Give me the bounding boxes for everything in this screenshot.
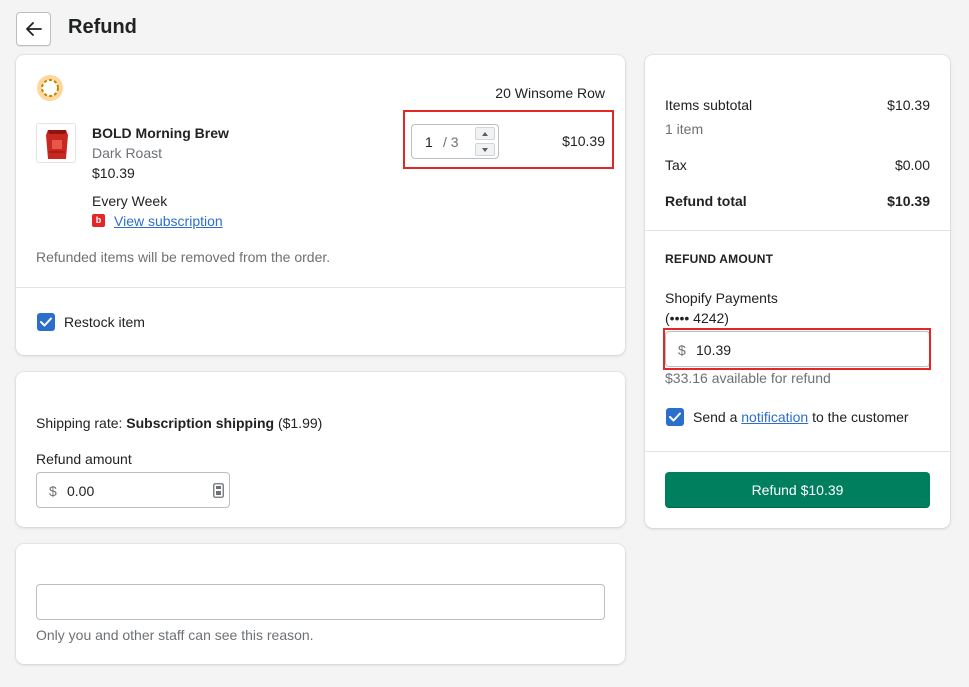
notify-checkbox[interactable]	[666, 408, 684, 426]
check-icon	[40, 317, 52, 327]
refund-note: Refunded items will be removed from the …	[36, 249, 331, 265]
notification-link[interactable]: notification	[741, 409, 808, 425]
subscription-frequency: Every Week	[92, 193, 168, 209]
shipping-refund-value[interactable]: 0.00	[67, 483, 94, 499]
highlight-box-refund-amount	[663, 328, 931, 370]
total-label: Refund total	[665, 193, 747, 209]
subscription-app-icon: b	[92, 214, 105, 227]
shipping-refund-input[interactable]: $ 0.00	[36, 472, 230, 508]
shipping-rate-name: Subscription shipping	[126, 415, 275, 431]
location-name: 20 Winsome Row	[495, 85, 605, 101]
back-button[interactable]	[16, 12, 51, 46]
item-count: 1 item	[665, 121, 704, 137]
shipping-refund-label: Refund amount	[36, 451, 132, 467]
product-variant: Dark Roast	[92, 145, 163, 161]
reason-card: Only you and other staff can see this re…	[16, 544, 625, 664]
total-value: $10.39	[887, 193, 930, 209]
restock-checkbox[interactable]	[37, 313, 55, 331]
divider	[645, 451, 950, 452]
restock-label[interactable]: Restock item	[64, 314, 145, 330]
view-subscription-link[interactable]: View subscription	[114, 213, 223, 229]
reason-help-text: Only you and other staff can see this re…	[36, 627, 314, 643]
coffee-bag-icon	[46, 130, 68, 159]
fulfillment-status-icon	[37, 75, 63, 101]
notify-label: Send a notification to the customer	[693, 409, 909, 425]
shipping-rate-price: ($1.99)	[277, 415, 323, 431]
notify-suffix: to the customer	[808, 409, 909, 425]
currency-prefix: $	[49, 483, 57, 499]
check-icon	[669, 412, 681, 422]
subtotal-value: $10.39	[887, 97, 930, 113]
product-thumbnail	[36, 123, 76, 163]
page-title: Refund	[68, 16, 137, 38]
available-refund: $33.16 available for refund	[665, 370, 831, 386]
reason-input[interactable]	[36, 584, 605, 620]
refund-amount-heading: REFUND AMOUNT	[665, 252, 774, 266]
product-price: $10.39	[92, 165, 135, 181]
shipping-card: Shipping rate: Subscription shipping ($1…	[16, 372, 625, 527]
divider	[16, 287, 625, 288]
divider	[645, 230, 950, 231]
notify-prefix: Send a	[693, 409, 742, 425]
items-card: 20 Winsome Row BOLD Morning Brew Dark Ro…	[16, 55, 625, 355]
calculator-icon	[213, 483, 224, 498]
card-mask: (•••• 4242)	[665, 310, 729, 326]
payment-method: Shopify Payments	[665, 290, 778, 306]
tax-label: Tax	[665, 157, 687, 173]
subtotal-label: Items subtotal	[665, 97, 753, 113]
shipping-rate-prefix: Shipping rate:	[36, 415, 127, 431]
tax-value: $0.00	[894, 157, 930, 173]
shipping-rate: Shipping rate: Subscription shipping ($1…	[36, 415, 322, 431]
refund-button[interactable]: Refund $10.39	[665, 472, 930, 508]
summary-card: Items subtotal $10.39 1 item Tax $0.00 R…	[645, 55, 950, 528]
product-name: BOLD Morning Brew	[92, 125, 229, 141]
highlight-box-quantity	[403, 110, 614, 169]
arrow-left-icon	[25, 22, 42, 36]
